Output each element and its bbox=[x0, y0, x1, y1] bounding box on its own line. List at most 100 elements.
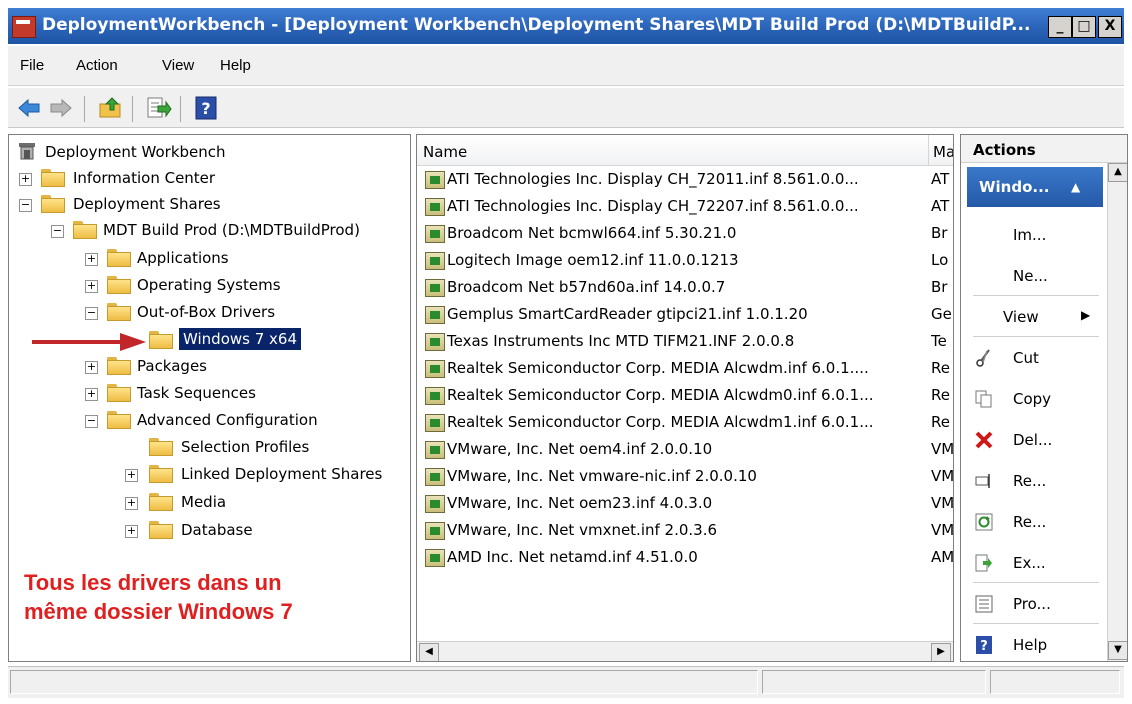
scroll-up-button[interactable]: ▲ bbox=[1108, 163, 1127, 182]
driver-list-row[interactable]: Broadcom Net bcmwl664.inf 5.30.21.0 Br bbox=[417, 221, 953, 248]
driver-list-row[interactable]: ATI Technologies Inc. Display CH_72207.i… bbox=[417, 194, 953, 221]
driver-icon bbox=[425, 522, 445, 540]
maximize-button[interactable]: □ bbox=[1072, 16, 1096, 38]
driver-icon bbox=[425, 360, 445, 378]
export-list-icon[interactable] bbox=[146, 96, 172, 120]
action-item[interactable]: Im... bbox=[967, 215, 1103, 255]
forward-arrow-icon[interactable] bbox=[48, 96, 74, 120]
expand-toggle[interactable]: + bbox=[125, 497, 138, 510]
actions-separator bbox=[973, 336, 1099, 337]
action-item[interactable]: Re... bbox=[967, 502, 1103, 542]
action-item[interactable]: Ex... bbox=[967, 543, 1103, 583]
help-icon[interactable]: ? bbox=[194, 96, 220, 120]
driver-list-row[interactable]: VMware, Inc. Net oem23.inf 4.0.3.0 VM bbox=[417, 491, 954, 518]
collapse-toggle[interactable]: − bbox=[85, 415, 98, 428]
collapse-toggle[interactable]: − bbox=[85, 307, 98, 320]
horizontal-scrollbar[interactable]: ◀ ▶ bbox=[417, 641, 953, 661]
action-item[interactable]: Re... bbox=[967, 461, 1103, 501]
help-icon: ? bbox=[975, 636, 993, 654]
tree-node-linked-deployment-shares[interactable]: + Linked Deployment Shares bbox=[125, 463, 409, 487]
driver-list-row[interactable]: Gemplus SmartCardReader gtipci21.inf 1.0… bbox=[417, 302, 953, 329]
tree-node-advanced-configuration[interactable]: − Advanced Configuration bbox=[85, 409, 405, 433]
action-item[interactable]: Ne... bbox=[967, 256, 1103, 296]
annotation-line: Tous les drivers dans un bbox=[24, 570, 282, 595]
scroll-left-button[interactable]: ◀ bbox=[419, 643, 439, 661]
driver-name: Logitech Image oem12.inf 11.0.0.1213 bbox=[447, 251, 739, 269]
menu-bar: File Action View Help bbox=[8, 46, 1124, 86]
vertical-scrollbar[interactable]: ▲ ▼ bbox=[1107, 163, 1127, 661]
driver-list-row[interactable]: Broadcom Net b57nd60a.inf 14.0.0.7 Br bbox=[417, 275, 953, 302]
driver-list-row[interactable]: VMware, Inc. Net oem4.inf 2.0.0.10 VM bbox=[417, 437, 953, 464]
expand-toggle[interactable]: + bbox=[85, 253, 98, 266]
tree-node-windows-7-x64[interactable]: Windows 7 x64 bbox=[149, 328, 349, 352]
menu-file[interactable]: File bbox=[20, 57, 44, 74]
tree-node-out-of-box-drivers[interactable]: − Out-of-Box Drivers bbox=[85, 301, 405, 325]
folder-info-icon bbox=[41, 169, 65, 187]
up-folder-icon[interactable] bbox=[98, 96, 124, 120]
driver-manufacturer: Br bbox=[931, 278, 948, 296]
tree-node-selection-profiles[interactable]: Selection Profiles bbox=[149, 436, 399, 460]
column-header-name[interactable]: Name bbox=[417, 135, 929, 165]
close-button[interactable]: X bbox=[1098, 16, 1122, 38]
expand-toggle[interactable]: + bbox=[85, 361, 98, 374]
action-item[interactable]: Cut bbox=[967, 338, 1103, 378]
expand-toggle[interactable]: + bbox=[85, 388, 98, 401]
menu-action[interactable]: Action bbox=[76, 57, 118, 74]
driver-name: Broadcom Net b57nd60a.inf 14.0.0.7 bbox=[447, 278, 726, 296]
tree-node-deployment-workbench[interactable]: Deployment Workbench bbox=[17, 141, 397, 165]
driver-name: Broadcom Net bcmwl664.inf 5.30.21.0 bbox=[447, 224, 737, 242]
actions-group-header[interactable]: Windo... ▲ bbox=[967, 167, 1103, 207]
tree-node-media[interactable]: + Media bbox=[125, 491, 375, 515]
driver-list-row[interactable]: VMware, Inc. Net vmware-nic.inf 2.0.0.10… bbox=[417, 464, 953, 491]
driver-manufacturer: AM bbox=[931, 548, 954, 566]
column-header-manufacturer[interactable]: Ma bbox=[929, 135, 953, 165]
minimize-button[interactable]: _ bbox=[1048, 16, 1072, 38]
expand-toggle[interactable]: + bbox=[19, 173, 32, 186]
driver-list-row[interactable]: Realtek Semiconductor Corp. MEDIA Alcwdm… bbox=[417, 383, 953, 410]
expand-toggle[interactable]: + bbox=[125, 469, 138, 482]
expand-toggle[interactable]: + bbox=[85, 280, 98, 293]
folder-database-icon bbox=[149, 521, 173, 539]
driver-name: Realtek Semiconductor Corp. MEDIA Alcwdm… bbox=[447, 359, 869, 377]
tree-node-information-center[interactable]: + Information Center bbox=[19, 167, 399, 191]
tree-node-task-sequences[interactable]: + Task Sequences bbox=[85, 382, 405, 406]
tree-node-mdt-build-prod[interactable]: − MDT Build Prod (D:\MDTBuildProd) bbox=[51, 219, 411, 243]
driver-list-row[interactable]: Realtek Semiconductor Corp. MEDIA Alcwdm… bbox=[417, 410, 953, 437]
folder-icon bbox=[149, 493, 173, 511]
driver-manufacturer: VM bbox=[931, 494, 954, 512]
action-item[interactable]: View ▶ bbox=[967, 297, 1103, 337]
collapse-toggle[interactable]: − bbox=[19, 199, 32, 212]
tree-node-operating-systems[interactable]: + Operating Systems bbox=[85, 274, 405, 298]
back-arrow-icon[interactable] bbox=[16, 96, 42, 120]
scroll-down-button[interactable]: ▼ bbox=[1108, 641, 1127, 660]
collapse-toggle[interactable]: − bbox=[51, 225, 64, 238]
driver-name: ATI Technologies Inc. Display CH_72207.i… bbox=[447, 197, 859, 215]
driver-list-row[interactable]: Realtek Semiconductor Corp. MEDIA Alcwdm… bbox=[417, 356, 953, 383]
driver-manufacturer: Re bbox=[931, 386, 950, 404]
action-item[interactable]: Copy bbox=[967, 379, 1103, 419]
driver-list-row[interactable]: VMware, Inc. Net vmxnet.inf 2.0.3.6 VM bbox=[417, 518, 953, 545]
driver-list-row[interactable]: Texas Instruments Inc MTD TIFM21.INF 2.0… bbox=[417, 329, 953, 356]
menu-help[interactable]: Help bbox=[220, 57, 251, 74]
action-item[interactable]: Pro... bbox=[967, 584, 1103, 624]
scroll-right-button[interactable]: ▶ bbox=[931, 643, 951, 661]
driver-list-row[interactable]: AMD Inc. Net netamd.inf 4.51.0.0 AM bbox=[417, 545, 954, 572]
driver-list-row[interactable]: ATI Technologies Inc. Display CH_72011.i… bbox=[417, 167, 953, 194]
tree-node-database[interactable]: + Database bbox=[125, 519, 375, 543]
driver-icon bbox=[425, 279, 445, 297]
folder-icon bbox=[149, 465, 173, 483]
tree-node-applications[interactable]: + Applications bbox=[85, 247, 405, 271]
tree-node-deployment-shares[interactable]: − Deployment Shares bbox=[19, 193, 399, 217]
chevron-up-icon[interactable]: ▲ bbox=[1071, 167, 1080, 207]
tree-node-packages[interactable]: + Packages bbox=[85, 355, 405, 379]
toolbar-separator bbox=[180, 96, 181, 122]
driver-list-row[interactable]: Logitech Image oem12.inf 11.0.0.1213 Lo bbox=[417, 248, 953, 275]
action-item[interactable]: ? Help bbox=[967, 625, 1103, 661]
menu-view[interactable]: View bbox=[162, 57, 194, 74]
folder-icon bbox=[41, 195, 65, 213]
expand-toggle[interactable]: + bbox=[125, 525, 138, 538]
folder-icon bbox=[73, 221, 97, 239]
svg-text:?: ? bbox=[201, 99, 210, 118]
actions-pane: Actions Windo... ▲ Im... Ne... View ▶ Cut Cop… bbox=[960, 134, 1128, 662]
action-item[interactable]: Del... bbox=[967, 420, 1103, 460]
